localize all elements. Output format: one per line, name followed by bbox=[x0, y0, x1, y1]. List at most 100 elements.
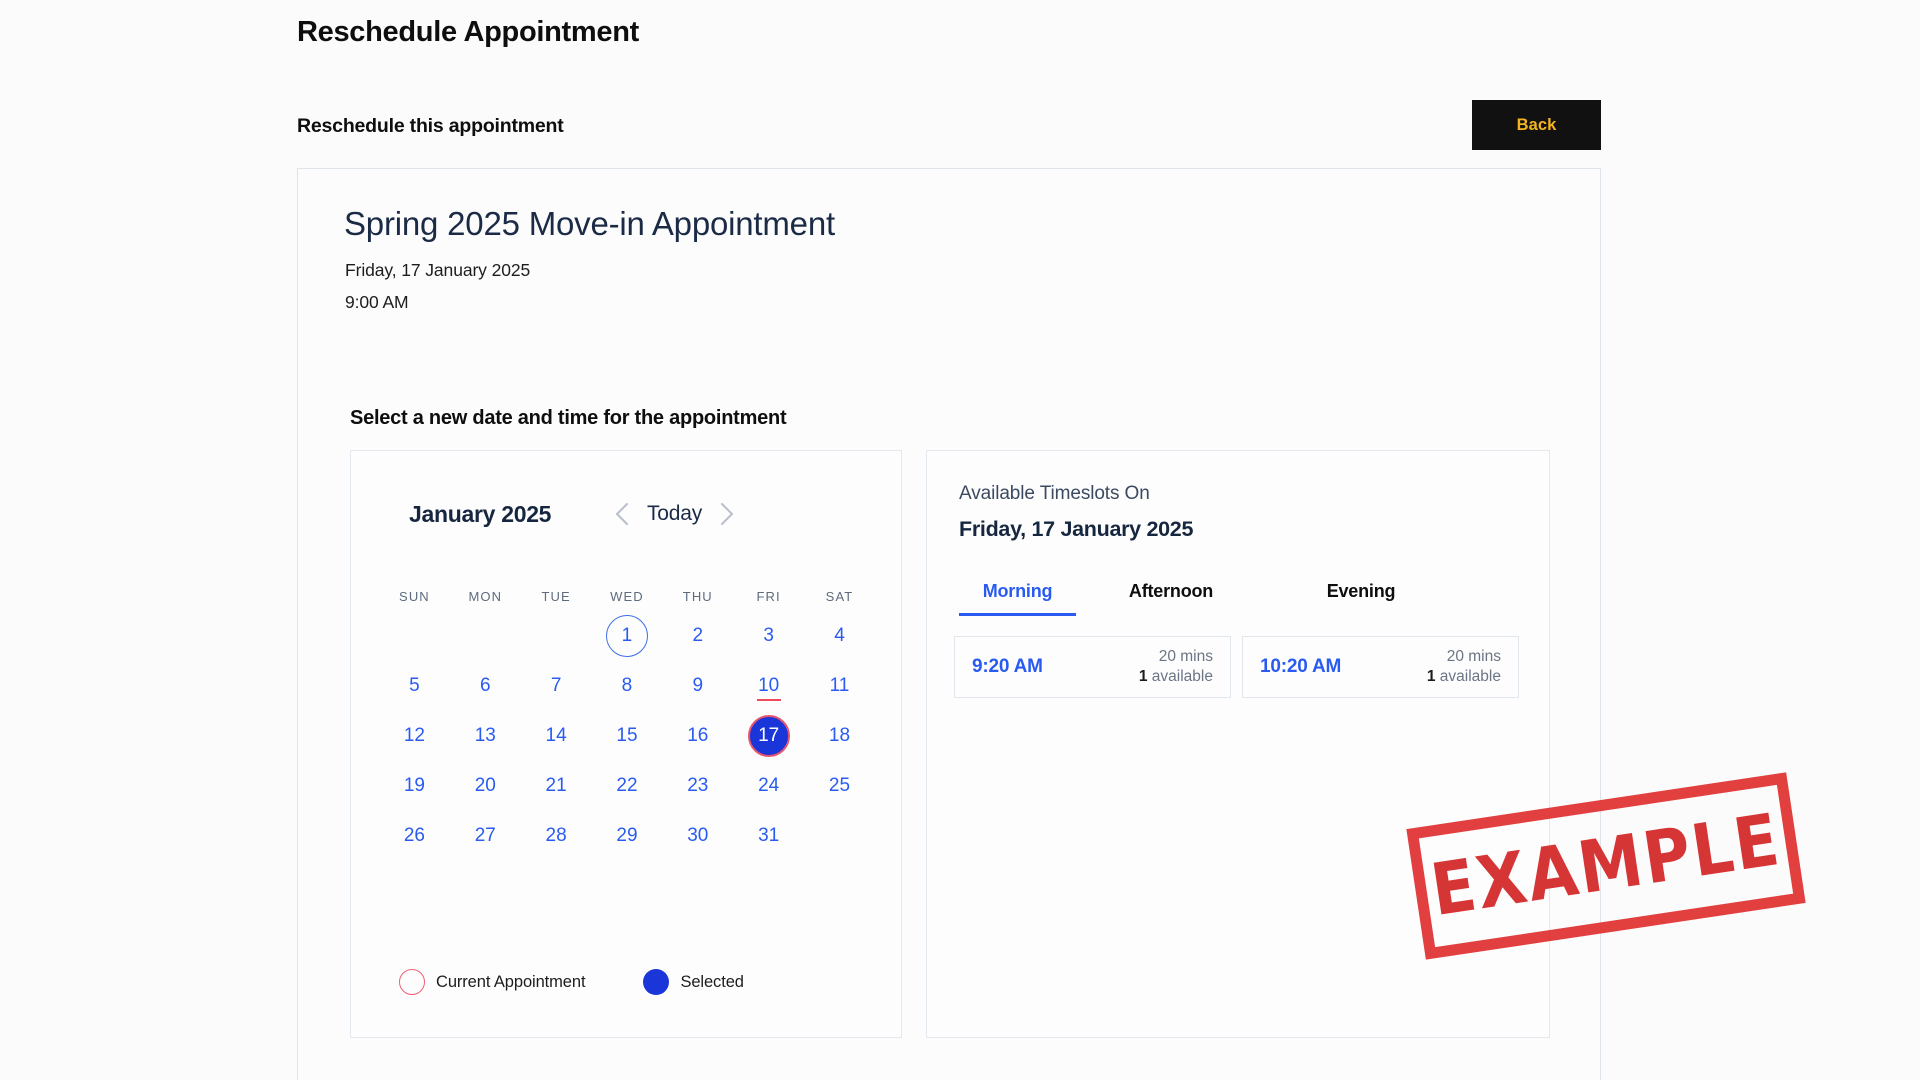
legend-circle-icon bbox=[399, 969, 425, 995]
calendar-day-31[interactable]: 31 bbox=[748, 815, 790, 857]
calendar-weekday-fri: FRI bbox=[756, 588, 781, 604]
calendar-cell: 8 bbox=[592, 661, 663, 711]
timeslot-card[interactable]: 10:20 AM 20 mins 1 available bbox=[1242, 636, 1519, 698]
calendar-cell: 11 bbox=[804, 661, 875, 711]
calendar-day-12[interactable]: 12 bbox=[393, 715, 435, 757]
calendar-cell: 30 bbox=[662, 811, 733, 861]
calendar-weekday-row: SUN MON TUE WED THU FRI SAT bbox=[379, 581, 875, 611]
calendar-cell: 19 bbox=[379, 761, 450, 811]
calendar-day-25[interactable]: 25 bbox=[818, 765, 860, 807]
calendar-cell bbox=[521, 611, 592, 661]
calendar-day-10[interactable]: 10 bbox=[748, 665, 790, 707]
calendar-day-24[interactable]: 24 bbox=[748, 765, 790, 807]
calendar-day-3[interactable]: 3 bbox=[748, 615, 790, 657]
calendar-day-17[interactable]: 17 bbox=[747, 715, 790, 757]
calendar-cell: 23 bbox=[662, 761, 733, 811]
timeslots-tabs: Morning Afternoon Evening bbox=[959, 577, 1519, 616]
legend-label: Selected bbox=[680, 972, 744, 991]
page-title: Reschedule Appointment bbox=[297, 16, 639, 48]
calendar-cell: 27 bbox=[450, 811, 521, 861]
chevron-left-icon[interactable] bbox=[603, 495, 641, 533]
timeslot-availability: 1 available bbox=[1426, 668, 1501, 685]
calendar-day-7[interactable]: 7 bbox=[535, 665, 577, 707]
calendar-cell: 21 bbox=[521, 761, 592, 811]
calendar-day-18[interactable]: 18 bbox=[818, 715, 860, 757]
calendar-cell bbox=[379, 611, 450, 661]
calendar-day-21[interactable]: 21 bbox=[535, 765, 577, 807]
timeslot-time: 10:20 AM bbox=[1260, 656, 1342, 677]
calendar-cell: 17 bbox=[733, 711, 804, 761]
tab-evening[interactable]: Evening bbox=[1266, 577, 1456, 616]
legend-item-selected: Selected bbox=[643, 969, 744, 995]
timeslot-duration: 20 mins bbox=[1158, 647, 1213, 665]
calendar-day-2[interactable]: 2 bbox=[677, 615, 719, 657]
calendar-weekday-sun: SUN bbox=[399, 588, 430, 604]
calendar-cell: 15 bbox=[592, 711, 663, 761]
timeslots-date: Friday, 17 January 2025 bbox=[959, 517, 1194, 541]
calendar-cell: 18 bbox=[804, 711, 875, 761]
calendar-day-15[interactable]: 15 bbox=[606, 715, 648, 757]
calendar-day-22[interactable]: 22 bbox=[606, 765, 648, 807]
calendar-cell: 14 bbox=[521, 711, 592, 761]
calendar-day-14[interactable]: 14 bbox=[535, 715, 577, 757]
appointment-date: Friday, 17 January 2025 bbox=[345, 260, 531, 280]
calendar-cell: 4 bbox=[804, 611, 875, 661]
appointment-card: Spring 2025 Move-in Appointment Friday, … bbox=[297, 168, 1601, 1080]
calendar-header: January 2025 Today bbox=[351, 494, 901, 534]
calendar-weekday-tue: TUE bbox=[541, 588, 571, 604]
timeslot-card[interactable]: 9:20 AM 20 mins 1 available bbox=[954, 636, 1231, 698]
calendar-cell: 9 bbox=[662, 661, 733, 711]
calendar-cell: 13 bbox=[450, 711, 521, 761]
calendar-day-19[interactable]: 19 bbox=[393, 765, 435, 807]
calendar-panel: January 2025 Today SUN MON TUE WED THU FRI SAT… bbox=[350, 450, 902, 1038]
calendar-cell: 20 bbox=[450, 761, 521, 811]
calendar-cell: 29 bbox=[592, 811, 663, 861]
timeslot-time: 9:20 AM bbox=[972, 656, 1043, 677]
calendar-day-26[interactable]: 26 bbox=[393, 815, 435, 857]
calendar-day-13[interactable]: 13 bbox=[464, 715, 506, 757]
calendar-day-5[interactable]: 5 bbox=[393, 665, 435, 707]
calendar-day-1[interactable]: 1 bbox=[605, 615, 648, 657]
calendar-cell: 22 bbox=[592, 761, 663, 811]
calendar-day-4[interactable]: 4 bbox=[818, 615, 860, 657]
tab-afternoon[interactable]: Afternoon bbox=[1076, 577, 1266, 616]
legend-item-current-appointment: Current Appointment bbox=[399, 969, 586, 995]
timeslots-panel: Available Timeslots On Friday, 17 Januar… bbox=[926, 450, 1550, 1038]
calendar-today-button[interactable]: Today bbox=[641, 502, 708, 526]
calendar-day-8[interactable]: 8 bbox=[606, 665, 648, 707]
calendar-weekday-thu: THU bbox=[682, 588, 713, 604]
calendar-cell: 31 bbox=[733, 811, 804, 861]
chevron-right-icon[interactable] bbox=[708, 495, 746, 533]
timeslot-meta: 20 mins 1 available bbox=[1139, 647, 1213, 687]
timeslot-duration: 20 mins bbox=[1446, 647, 1501, 665]
calendar-week-row: 1234 bbox=[379, 611, 875, 661]
back-button[interactable]: Back bbox=[1472, 100, 1601, 150]
timeslot-meta: 20 mins 1 available bbox=[1427, 647, 1501, 687]
calendar-cell: 28 bbox=[521, 811, 592, 861]
calendar-day-9[interactable]: 9 bbox=[677, 665, 719, 707]
timeslot-availability: 1 available bbox=[1138, 668, 1213, 685]
calendar-weekday-wed: WED bbox=[610, 588, 644, 604]
calendar-day-28[interactable]: 28 bbox=[535, 815, 577, 857]
calendar-day-23[interactable]: 23 bbox=[677, 765, 719, 807]
select-datetime-label: Select a new date and time for the appoi… bbox=[350, 407, 787, 429]
calendar-cell: 10 bbox=[733, 661, 804, 711]
calendar-day-16[interactable]: 16 bbox=[677, 715, 719, 757]
calendar-cell bbox=[450, 611, 521, 661]
calendar-cell: 5 bbox=[379, 661, 450, 711]
calendar-day-11[interactable]: 11 bbox=[818, 665, 860, 707]
calendar-weekday-mon: MON bbox=[468, 588, 503, 604]
calendar-cell: 1 bbox=[592, 611, 663, 661]
appointment-time: 9:00 AM bbox=[345, 292, 409, 312]
calendar-grid: SUN MON TUE WED THU FRI SAT 1 2 3 4 5 6 7 8 9 10 11 12 13 1… bbox=[379, 581, 875, 861]
calendar-week-row: 5 6 7 8 9 10 11 bbox=[379, 661, 875, 711]
calendar-day-6[interactable]: 6 bbox=[464, 665, 506, 707]
calendar-day-27[interactable]: 27 bbox=[464, 815, 506, 857]
calendar-day-29[interactable]: 29 bbox=[606, 815, 648, 857]
tab-morning[interactable]: Morning bbox=[959, 577, 1076, 616]
calendar-cell: 24 bbox=[733, 761, 804, 811]
calendar-week-row: 12 13 14 15 16 17 18 bbox=[379, 711, 875, 761]
calendar-cell bbox=[804, 811, 875, 861]
calendar-day-20[interactable]: 20 bbox=[464, 765, 506, 807]
calendar-day-30[interactable]: 30 bbox=[677, 815, 719, 857]
